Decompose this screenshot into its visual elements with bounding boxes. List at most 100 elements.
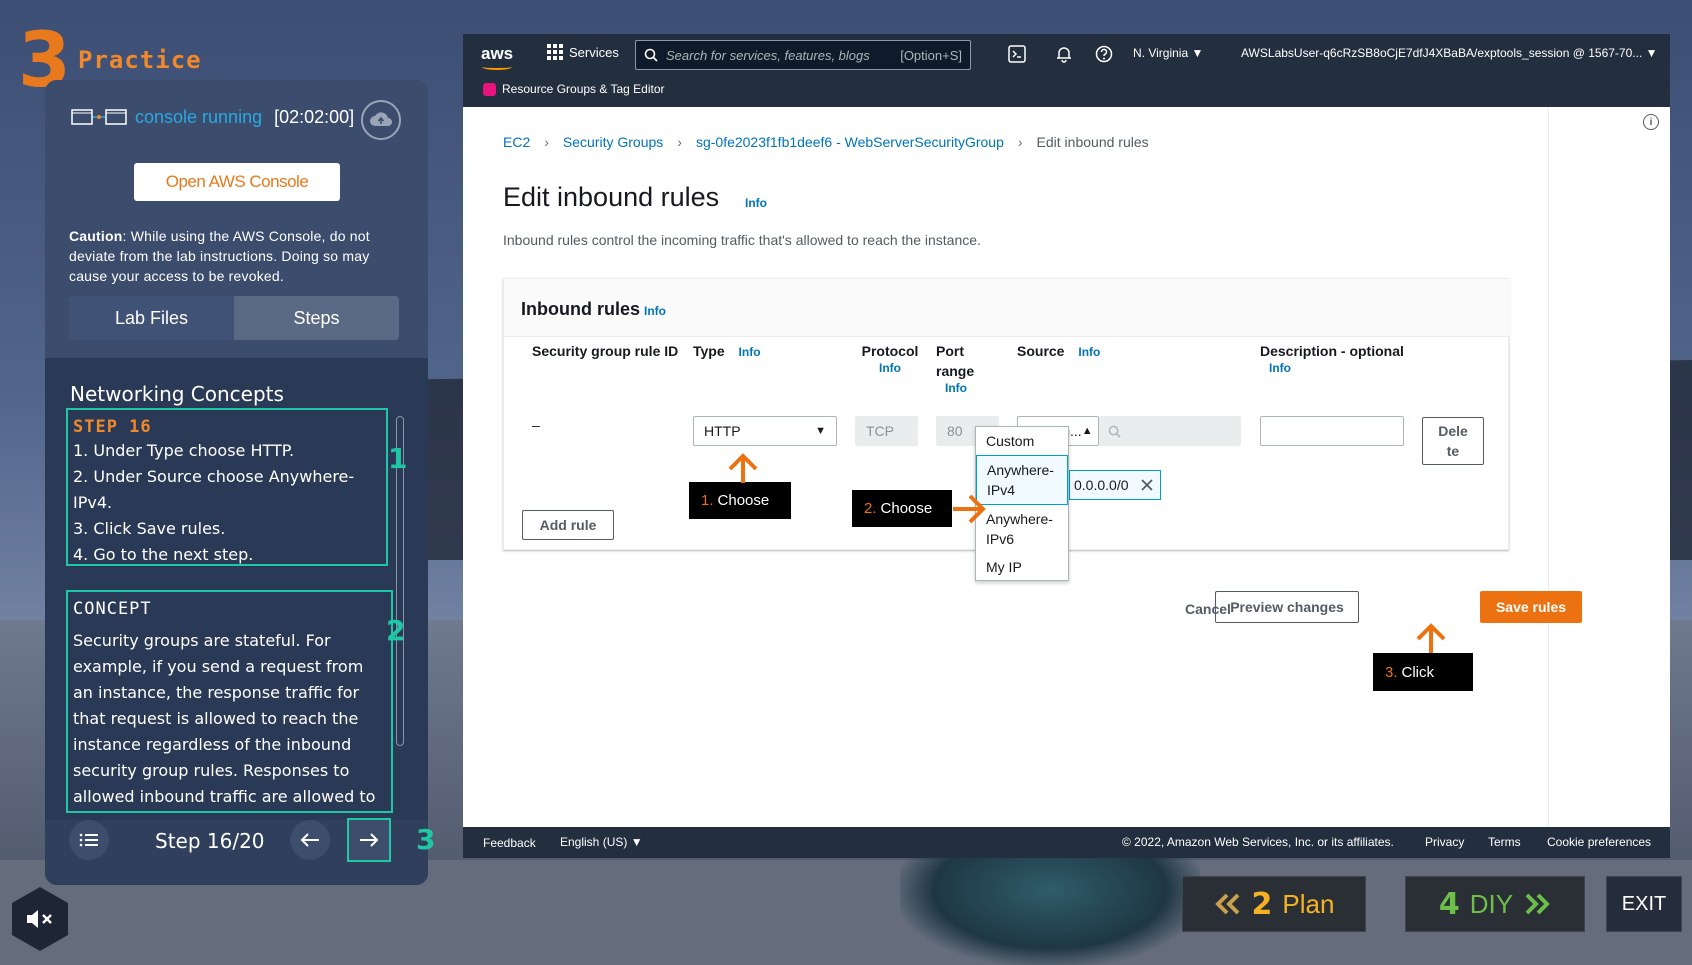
delete-label: Delete [1438,423,1468,459]
source-option-anywhere-ipv6[interactable]: Anywhere-IPv6 [976,505,1068,553]
callout-number: 3. [1385,663,1398,681]
caret-up-icon: ▲ [1081,425,1093,437]
resource-groups-link[interactable]: Resource Groups & Tag Editor [483,82,665,96]
step-title: STEP 16 [73,417,152,437]
column-header-label: Protocol [861,343,919,359]
column-header-label: Description - optional [1260,343,1404,359]
step-instructions: STEP 16 1. Under Type choose HTTP. 2. Un… [66,408,388,566]
services-label: Services [569,44,619,60]
previous-step-button[interactable] [290,820,330,860]
source-option-anywhere-ipv4[interactable]: Anywhere-IPv4 [976,455,1068,505]
info-link[interactable]: Info [936,381,996,395]
region-selector[interactable]: N. Virginia ▼ [1133,46,1203,60]
caret-down-icon: ▼ [815,425,826,437]
search-shortcut: [Option+S] [900,47,962,63]
aws-logo-smile [482,64,512,70]
diy-button[interactable]: 4 DIY [1405,876,1585,932]
callout-number: 1. [701,492,714,509]
source-dropdown: Custom Anywhere-IPv4 Anywhere-IPv6 My IP [975,426,1069,581]
description-input[interactable] [1260,416,1404,446]
info-panel-icon[interactable]: i [1643,114,1659,130]
breadcrumb-security-group[interactable]: sg-0fe2023f1fb1deef6 - WebServerSecurity… [696,134,1004,150]
add-rule-button[interactable]: Add rule [522,510,614,540]
step-line: 3. Click Save rules. [73,519,226,538]
double-chevron-right-icon [1525,893,1550,915]
services-menu[interactable]: Services [547,44,619,60]
marker-2: 2 [386,614,406,647]
practice-label: Practice [78,46,202,74]
background-platform [900,840,1200,965]
column-header-protocol: Protocol Info [855,341,925,375]
feedback-link[interactable]: Feedback [483,836,536,850]
card-title: Inbound rules [521,299,640,319]
console-windows-icon [71,109,127,125]
plan-button[interactable]: 2 Plan [1182,876,1366,932]
arrow-left-icon [300,833,319,847]
menu-icon[interactable] [69,820,109,860]
callout-number: 2. [864,500,877,517]
lab-panel: console running [02:02:00] Open AWS Cons… [45,80,428,885]
breadcrumb-current: Edit inbound rules [1036,134,1149,150]
help-icon[interactable] [1094,44,1114,64]
column-header-port-range: Port range Info [936,341,996,395]
aws-logo[interactable]: aws [481,44,513,64]
bell-icon[interactable] [1054,44,1074,64]
save-rules-button[interactable]: Save rules [1480,591,1582,623]
concept-text: Security groups are stateful. For exampl… [73,631,376,806]
type-select[interactable]: HTTP ▼ [693,416,837,446]
exit-button[interactable]: EXIT [1606,876,1682,932]
account-menu[interactable]: AWSLabsUser-q6cRzSB8oCjE7dfJ4XBaBA/expto… [1241,46,1657,60]
column-header-label: Type [693,343,725,359]
cloud-sync-icon[interactable] [361,100,401,140]
callout-text: Click [1401,663,1435,681]
callout-text: Choose [717,492,770,509]
double-chevron-left-icon [1214,893,1239,915]
tab-steps[interactable]: Steps [234,296,399,340]
open-aws-console-button[interactable]: Open AWS Console [134,163,340,201]
aws-console-window: aws Services Search for services, featur… [463,34,1670,858]
page-title: Edit inbound rules [503,182,720,212]
close-icon[interactable] [1140,478,1154,492]
arrow-right-icon [953,494,986,524]
callout-2: 2. Choose [852,490,952,527]
resource-groups-icon [483,82,496,96]
privacy-link[interactable]: Privacy [1425,835,1464,849]
column-header-rule-id: Security group rule ID [532,343,679,359]
search-icon [644,48,658,62]
column-header-source: Source Info [1017,341,1100,361]
language-selector[interactable]: English (US) ▼ [560,835,643,849]
marker-3: 3 [416,823,436,856]
search-input[interactable]: Search for services, features, blogs [Op… [635,40,971,70]
breadcrumb: EC2 › Security Groups › sg-0fe2023f1fb1d… [503,134,1149,150]
source-cidr-search[interactable] [1099,416,1241,446]
info-link[interactable]: Info [644,304,666,318]
preview-changes-button[interactable]: Preview changes [1215,591,1359,623]
source-option-custom[interactable]: Custom [976,427,1068,455]
next-step-button[interactable] [347,818,391,862]
chevron-right-icon: › [1017,134,1023,150]
page-description: Inbound rules control the incoming traff… [503,232,981,248]
info-link[interactable]: Info [1078,345,1100,359]
cidr-token: 0.0.0.0/0 [1069,470,1161,500]
diy-number: 4 [1438,886,1460,922]
delete-rule-button[interactable]: Delete [1422,417,1484,465]
breadcrumb-security-groups[interactable]: Security Groups [563,134,663,150]
tab-lab-files[interactable]: Lab Files [69,296,234,340]
cloudshell-icon[interactable] [1007,44,1027,64]
column-header-label: Source [1017,343,1065,359]
terms-link[interactable]: Terms [1488,835,1521,849]
chevron-right-icon: › [544,134,549,150]
info-link[interactable]: Info [855,361,925,375]
console-status: console running [02:02:00] [71,100,401,134]
info-link[interactable]: Info [745,196,767,210]
source-option-my-ip[interactable]: My IP [976,553,1068,581]
cookie-preferences-link[interactable]: Cookie preferences [1547,835,1651,849]
caution-label: Caution [69,228,123,244]
arrow-up-icon [1416,623,1446,653]
breadcrumb-ec2[interactable]: EC2 [503,134,530,150]
console-running-label: console running [135,106,263,127]
info-link[interactable]: Info [739,345,761,359]
protocol-field: TCP [855,416,918,446]
step-line: 1. Under Type choose HTTP. [73,441,295,460]
info-link[interactable]: Info [1260,361,1404,375]
